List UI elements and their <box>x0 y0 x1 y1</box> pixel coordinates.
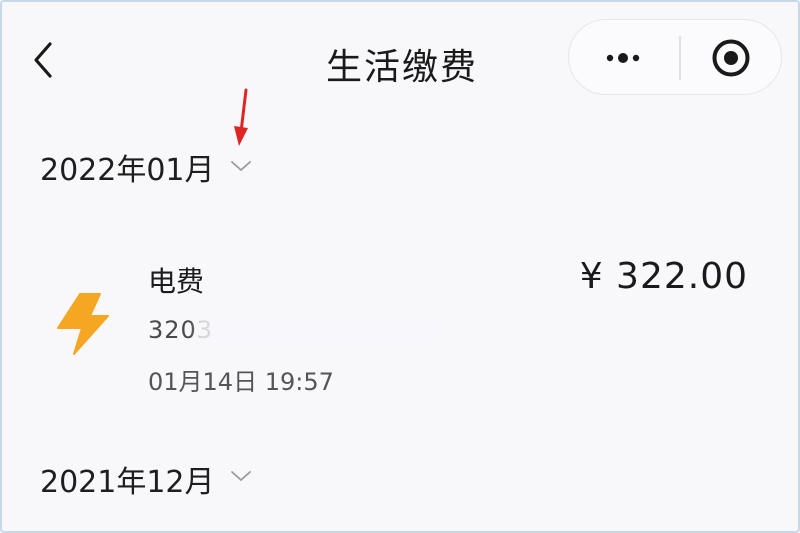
bill-datetime: 01月14日 19:57 <box>148 368 334 396</box>
bill-amount: ¥ 322.00 <box>579 256 748 297</box>
capsule-divider <box>679 36 681 80</box>
chevron-down-icon[interactable] <box>230 160 252 172</box>
bill-name[interactable]: 电费 <box>148 260 204 300</box>
month-header[interactable]: 2022年01月 <box>40 145 215 189</box>
lightning-bolt-icon <box>57 293 109 355</box>
capsule-menu <box>568 19 782 95</box>
month-header[interactable]: 2021年12月 <box>40 457 215 501</box>
redacted-account-mask <box>196 312 446 346</box>
more-dots-icon[interactable] <box>605 46 641 70</box>
chevron-down-icon[interactable] <box>230 470 252 482</box>
target-close-icon[interactable] <box>711 38 751 78</box>
mini-program-page: 生活缴费 2022年01月 电费 3203 01月14日 19:57 ¥ 322… <box>0 0 800 533</box>
annotation-arrow-icon <box>234 88 248 146</box>
